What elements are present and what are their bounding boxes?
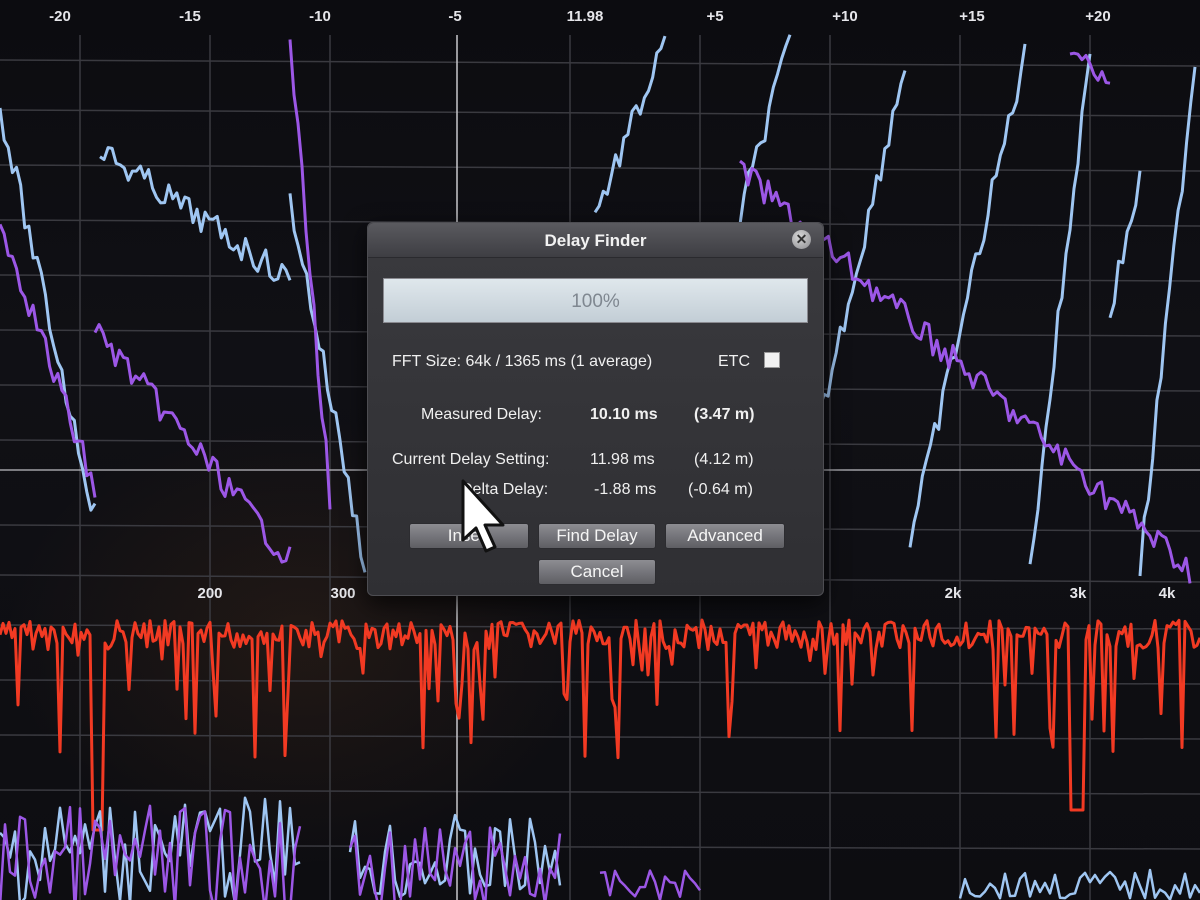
delta-delay-ms: -1.88 ms: [594, 481, 657, 498]
phase-trace: [818, 70, 907, 409]
coherence-trace: [958, 868, 1200, 900]
frequency-axis-tick-label: 200: [197, 585, 223, 602]
find-delay-button[interactable]: Find Delay: [538, 523, 656, 549]
coherence-trace: [599, 869, 702, 900]
phase-trace: [288, 39, 332, 510]
phase-trace: [99, 146, 292, 282]
close-icon[interactable]: ✕: [792, 230, 811, 249]
delay-axis-tick-label: +20: [1085, 8, 1111, 25]
current-delay-m: (4.12 m): [694, 451, 754, 468]
delay-axis-tick-label: +15: [959, 8, 985, 25]
phase-trace: [1028, 53, 1092, 565]
delay-axis-tick-label: +5: [706, 8, 724, 25]
phase-trace: [1108, 170, 1142, 319]
delay-axis-tick-label: -5: [448, 8, 462, 25]
delay-axis-tick-label: 11.98: [566, 8, 604, 25]
fft-size-info: FFT Size: 64k / 1365 ms (1 average): [392, 353, 653, 370]
magnitude-trace: [0, 618, 1200, 832]
etc-checkbox[interactable]: [764, 352, 780, 368]
measured-delay-m: (3.47 m): [694, 406, 755, 423]
etc-label: ETC: [718, 353, 750, 370]
delay-axis-tick-label: -15: [179, 8, 201, 25]
frequency-axis-tick-label: 2k: [944, 585, 962, 602]
delay-finder-dialog: Delay Finder ✕ 100% FFT Size: 64k / 1365…: [367, 222, 824, 596]
advanced-button[interactable]: Advanced: [665, 523, 785, 549]
cancel-button[interactable]: Cancel: [538, 559, 656, 585]
frequency-axis-tick-label: 300: [330, 585, 356, 602]
delta-delay-m: (-0.64 m): [688, 481, 753, 498]
measured-delay-ms: 10.10 ms: [590, 406, 658, 423]
delay-axis-tick-label: -20: [49, 8, 71, 25]
dialog-titlebar[interactable]: Delay Finder ✕: [368, 223, 823, 258]
measured-delay-label: Measured Delay:: [421, 406, 542, 423]
delay-axis-tick-label: -10: [309, 8, 331, 25]
phase-trace: [288, 193, 367, 573]
frequency-axis-tick-label: 3k: [1069, 585, 1087, 602]
progress-label: 100%: [571, 291, 620, 312]
phase-trace: [1138, 66, 1197, 577]
delay-axis-tick-label: +10: [832, 8, 858, 25]
current-delay-label: Current Delay Setting:: [392, 451, 550, 468]
phase-trace: [908, 43, 1027, 548]
progress-bar: 100%: [383, 278, 808, 323]
frequency-axis-tick-label: 4k: [1158, 585, 1176, 602]
dialog-title: Delay Finder: [544, 231, 647, 250]
current-delay-ms: 11.98 ms: [590, 451, 655, 468]
mouse-pointer-icon: [461, 479, 505, 553]
